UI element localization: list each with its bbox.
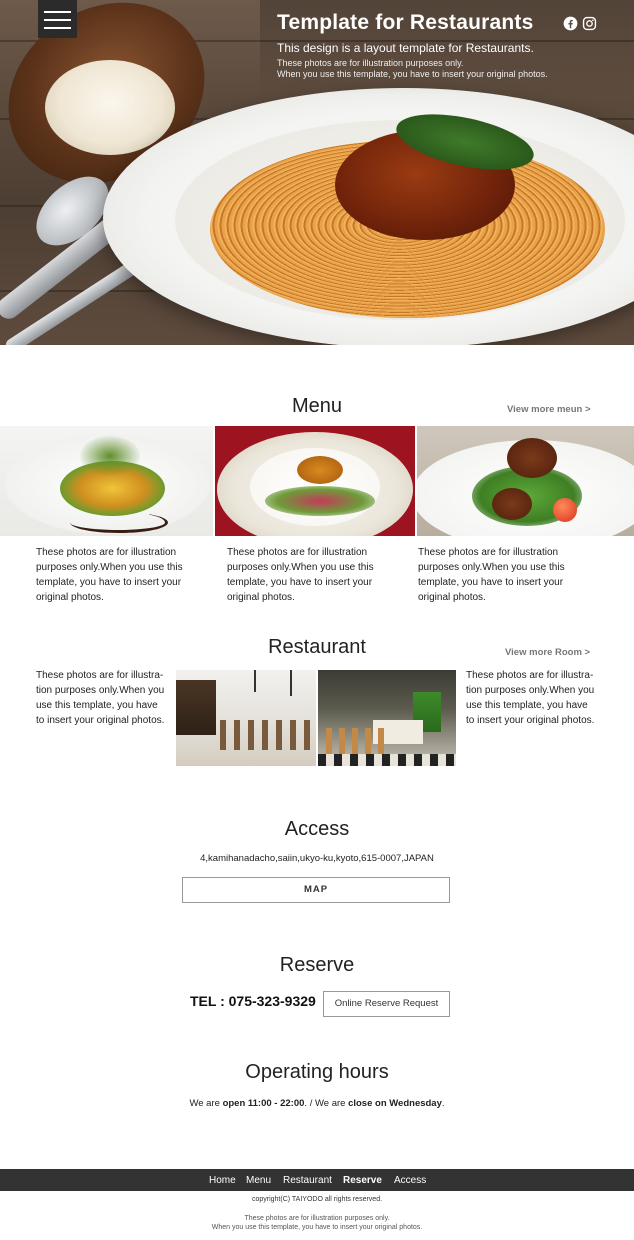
footer-note-line-1: These photos are for illustration purpos… <box>244 1215 390 1222</box>
menu-photo-2 <box>215 426 415 536</box>
menu-photo-3 <box>417 426 634 536</box>
site-note: These photos are for illustration purpos… <box>277 58 548 80</box>
access-heading: Access <box>284 818 350 840</box>
hours-prefix: We are <box>189 1098 223 1109</box>
site-title: Template for Restaurants <box>277 11 534 34</box>
map-button[interactable]: MAP <box>182 877 450 903</box>
chairs <box>220 720 310 750</box>
dish-food <box>265 486 375 516</box>
menu-caption-1: These photos are for illustration purpos… <box>36 547 183 603</box>
menu-caption-3: These photos are for illustration purpos… <box>418 547 565 603</box>
facebook-icon[interactable] <box>563 16 578 31</box>
tiled-floor <box>318 754 456 766</box>
view-more-menu-link[interactable]: View more meun > <box>507 404 591 415</box>
copyright-text: copyright(C) TAIYODO all rights reserved… <box>251 1196 383 1203</box>
instagram-icon[interactable] <box>582 16 597 31</box>
footer-nav-reserve[interactable]: Reserve <box>343 1175 382 1186</box>
address-text: 4,kamihanadacho,saiin,ukyo-ku,kyoto,615-… <box>200 853 434 864</box>
restaurant-photo-1 <box>176 670 316 766</box>
open-hours: open 11:00 - 22:00 <box>222 1098 305 1109</box>
footer-nav-restaurant[interactable]: Restaurant <box>283 1175 332 1186</box>
reserve-heading: Reserve <box>279 954 355 976</box>
grated-cheese <box>45 60 175 155</box>
restaurant-caption-right: These photos are for illustra-tion purpo… <box>466 670 595 726</box>
footer-nav-menu[interactable]: Menu <box>246 1175 271 1186</box>
window <box>176 680 216 735</box>
view-more-room-link[interactable]: View more Room > <box>505 647 590 658</box>
tomato <box>553 498 577 522</box>
online-reserve-button[interactable]: Online Reserve Request <box>323 991 450 1017</box>
pendant-lamp <box>290 670 292 696</box>
site-note-line-1: These photos are for illustration purpos… <box>277 58 464 68</box>
site-subtitle: This design is a layout template for Res… <box>277 41 534 55</box>
hamburger-menu-icon[interactable] <box>38 0 77 38</box>
steak-piece <box>492 488 532 520</box>
hours-heading: Operating hours <box>245 1061 389 1083</box>
menu-line <box>44 27 71 29</box>
closed-day: close on Wednesday <box>348 1098 442 1109</box>
phone-number[interactable]: TEL : 075-323-9329 <box>190 993 316 1009</box>
restaurant-photo-2 <box>318 670 456 766</box>
restaurant-caption-left: These photos are for illustra-tion purpo… <box>36 670 165 726</box>
dish-garnish <box>80 436 140 476</box>
pendant-lamp <box>254 670 256 692</box>
hours-middle: . / We are <box>304 1098 349 1109</box>
sauce-cup <box>297 456 343 484</box>
menu-line <box>44 11 71 13</box>
hours-text: We are open 11:00 - 22:00. / We are clos… <box>0 1098 634 1109</box>
footer-nav-home[interactable]: Home <box>209 1175 236 1186</box>
menu-photo-1 <box>0 426 213 536</box>
hours-suffix: . <box>441 1098 445 1109</box>
menu-line <box>44 19 71 21</box>
footer-note-line-2: When you use this template, you have to … <box>211 1224 423 1231</box>
menu-caption-2: These photos are for illustration purpos… <box>227 547 374 603</box>
steak-piece <box>507 438 557 478</box>
dish-sauce-swirl <box>70 512 168 533</box>
site-note-line-2: When you use this template, you have to … <box>277 69 548 79</box>
footer-nav-access[interactable]: Access <box>394 1175 426 1186</box>
